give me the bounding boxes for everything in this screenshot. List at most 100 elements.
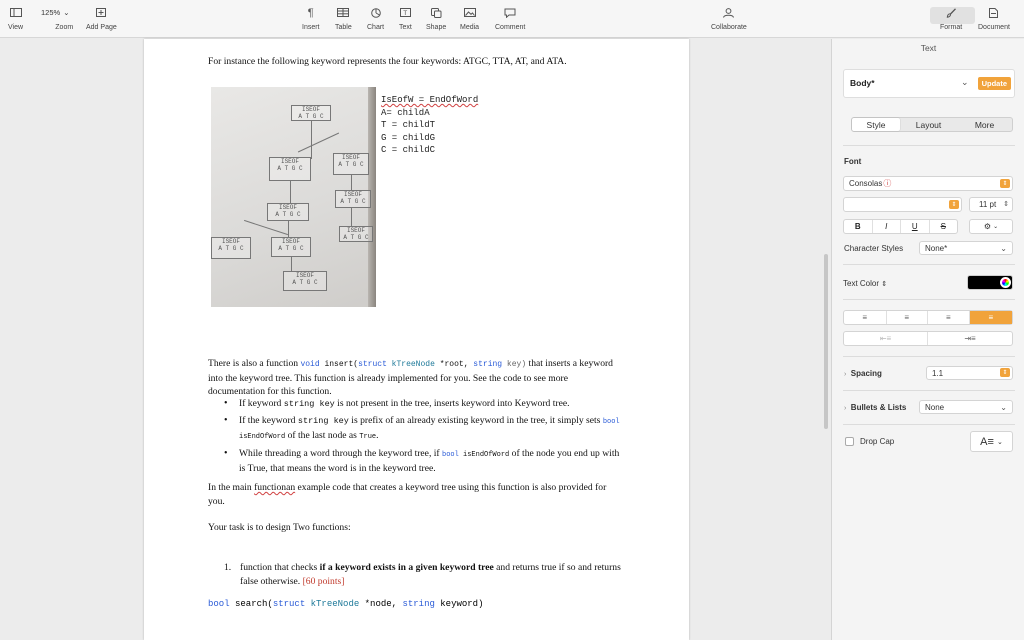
paintbrush-icon bbox=[946, 4, 957, 21]
view-label: View bbox=[8, 24, 24, 31]
collaborate-label: Collaborate bbox=[711, 24, 747, 31]
typeface-select[interactable]: ⇕ bbox=[843, 197, 962, 212]
font-size-field[interactable]: 11 pt ⇕ bbox=[969, 197, 1013, 212]
text-color-label[interactable]: Text Color ⇕ bbox=[843, 279, 887, 288]
legend-line-c: C = childC bbox=[381, 145, 436, 155]
document-page[interactable]: For instance the following keyword repre… bbox=[144, 39, 689, 640]
collaborate-button[interactable]: Collaborate bbox=[711, 4, 747, 31]
chevron-down-icon: ⌄ bbox=[993, 224, 999, 230]
align-right-icon[interactable]: ≡ bbox=[928, 311, 970, 324]
add-page-button[interactable]: Add Page bbox=[86, 4, 117, 31]
divider bbox=[843, 299, 1015, 300]
zoom-control[interactable]: 125% ⌄ Zoom bbox=[36, 4, 74, 31]
list-item[interactable]: While threading a word through the keywo… bbox=[222, 447, 624, 476]
search-signature-code[interactable]: bool search(struct kTreeNode *node, stri… bbox=[208, 598, 483, 612]
sidebar-icon bbox=[9, 4, 22, 21]
legend-line-eofw: IsEofW = EndOfWord bbox=[381, 95, 479, 105]
text-options-button[interactable]: ⚙ ⌄ bbox=[969, 219, 1013, 234]
character-styles-label: Character Styles bbox=[844, 244, 904, 253]
comment-button[interactable]: Comment bbox=[495, 4, 525, 31]
color-picker-icon[interactable] bbox=[1000, 277, 1011, 288]
character-styles-select[interactable]: None* ⌄ bbox=[919, 241, 1013, 255]
bullet-list[interactable]: If keyword string key is not present in … bbox=[222, 397, 624, 478]
tab-style[interactable]: Style bbox=[852, 118, 900, 131]
drop-cap-label: Drop Cap bbox=[860, 437, 895, 446]
format-button[interactable]: Format bbox=[940, 4, 962, 31]
shape-button[interactable]: Shape bbox=[426, 4, 446, 31]
align-center-icon[interactable]: ≡ bbox=[887, 311, 929, 324]
chevron-right-icon: › bbox=[844, 405, 847, 412]
view-button[interactable]: View bbox=[8, 4, 23, 31]
list-item[interactable]: If the keyword string key is prefix of a… bbox=[222, 414, 624, 445]
text-run: There is also a function bbox=[208, 358, 301, 369]
select-arrows-icon: ⇕ bbox=[1000, 179, 1010, 188]
code-run: insert( bbox=[319, 360, 359, 369]
intro-paragraph[interactable]: For instance the following keyword repre… bbox=[208, 55, 668, 69]
document-button[interactable]: Document bbox=[978, 4, 1010, 31]
font-name: Consolas bbox=[849, 179, 883, 188]
table-icon bbox=[337, 4, 350, 21]
tree-node-ata: ISEOF A T G C bbox=[211, 237, 251, 259]
tree-edge bbox=[288, 221, 289, 237]
bold-button[interactable]: B bbox=[844, 220, 873, 233]
text-box-icon: T bbox=[399, 4, 411, 21]
table-button[interactable]: Table bbox=[335, 4, 352, 31]
chevron-down-icon: ⌄ bbox=[996, 438, 1003, 446]
divider bbox=[843, 390, 1015, 391]
main-example-paragraph[interactable]: In the main functionan example code that… bbox=[208, 481, 624, 508]
insert-button[interactable]: ¶ Insert bbox=[302, 4, 320, 32]
vertical-scrollbar[interactable] bbox=[824, 254, 828, 429]
insert-function-paragraph[interactable]: There is also a function void insert(str… bbox=[208, 357, 624, 399]
numbered-item-1[interactable]: 1. function that checks if a keyword exi… bbox=[224, 561, 624, 588]
decrease-indent-icon[interactable]: ⇤≡ bbox=[844, 332, 928, 345]
tree-node-root: ISEOF A T G C bbox=[291, 105, 331, 121]
chart-button[interactable]: Chart bbox=[367, 4, 384, 31]
tree-edge bbox=[351, 208, 352, 226]
font-family-select[interactable]: Consolas ⓘ ⇕ bbox=[843, 176, 1013, 191]
italic-button[interactable]: I bbox=[873, 220, 901, 233]
collaborate-icon bbox=[722, 4, 735, 21]
list-item[interactable]: If keyword string key is not present in … bbox=[222, 397, 624, 412]
drop-cap-style-select[interactable]: A≡ ⌄ bbox=[970, 431, 1013, 452]
task-paragraph[interactable]: Your task is to design Two functions: bbox=[208, 521, 624, 535]
code-run: key) bbox=[502, 360, 527, 369]
zoom-dropdown[interactable]: 125% ⌄ bbox=[36, 5, 74, 20]
document-label: Document bbox=[978, 24, 1010, 31]
spacing-select[interactable]: 1.1 ⇕ bbox=[926, 366, 1013, 380]
tree-edge bbox=[243, 219, 289, 236]
add-page-label: Add Page bbox=[86, 24, 117, 31]
divider bbox=[843, 356, 1015, 357]
tree-node-atg: ISEOF A T G C bbox=[271, 237, 311, 257]
stepper-icon[interactable]: ⇕ bbox=[1003, 200, 1009, 208]
bullets-disclosure[interactable]: › Bullets & Lists bbox=[844, 403, 906, 412]
underline-button[interactable]: U bbox=[901, 220, 930, 233]
document-canvas[interactable]: For instance the following keyword repre… bbox=[0, 39, 830, 640]
strikethrough-button[interactable]: S bbox=[930, 220, 958, 233]
align-justify-icon[interactable]: ≡ bbox=[969, 311, 1013, 324]
increase-indent-icon[interactable]: ⇥≡ bbox=[928, 332, 1012, 345]
tree-node-atgc: ISEOF A T G C bbox=[283, 271, 327, 291]
font-size-value: 11 pt bbox=[979, 200, 997, 209]
keyword-tree-photo[interactable]: ISEOF A T G C ISEOF A T G C ISEOF A T G C I… bbox=[211, 87, 376, 307]
comment-icon bbox=[504, 4, 516, 21]
chevron-down-icon: ⌄ bbox=[961, 77, 969, 87]
spacing-value: 1.1 bbox=[932, 368, 944, 378]
spacing-disclosure[interactable]: › Spacing bbox=[844, 369, 882, 378]
table-label: Table bbox=[335, 24, 352, 31]
chart-label: Chart bbox=[367, 24, 385, 31]
bullets-select[interactable]: None ⌄ bbox=[919, 400, 1013, 414]
select-arrows-icon: ⇕ bbox=[949, 200, 959, 209]
tab-layout[interactable]: Layout bbox=[900, 118, 957, 131]
paragraph-style-selector[interactable]: Body* ⌄ Update bbox=[843, 69, 1015, 98]
text-button[interactable]: T Text bbox=[399, 4, 412, 31]
legend-code-block[interactable]: IsEofW = EndOfWord A= childA T = childT … bbox=[381, 94, 478, 157]
tab-more[interactable]: More bbox=[957, 118, 1012, 131]
text-color-well[interactable] bbox=[967, 275, 1013, 290]
media-label: Media bbox=[460, 24, 480, 31]
update-button[interactable]: Update bbox=[977, 77, 1011, 90]
insert-label: Insert bbox=[302, 24, 320, 31]
svg-text:T: T bbox=[403, 10, 407, 17]
media-button[interactable]: Media bbox=[460, 4, 479, 31]
align-left-icon[interactable]: ≡ bbox=[844, 311, 887, 324]
drop-cap-checkbox[interactable] bbox=[845, 437, 854, 446]
